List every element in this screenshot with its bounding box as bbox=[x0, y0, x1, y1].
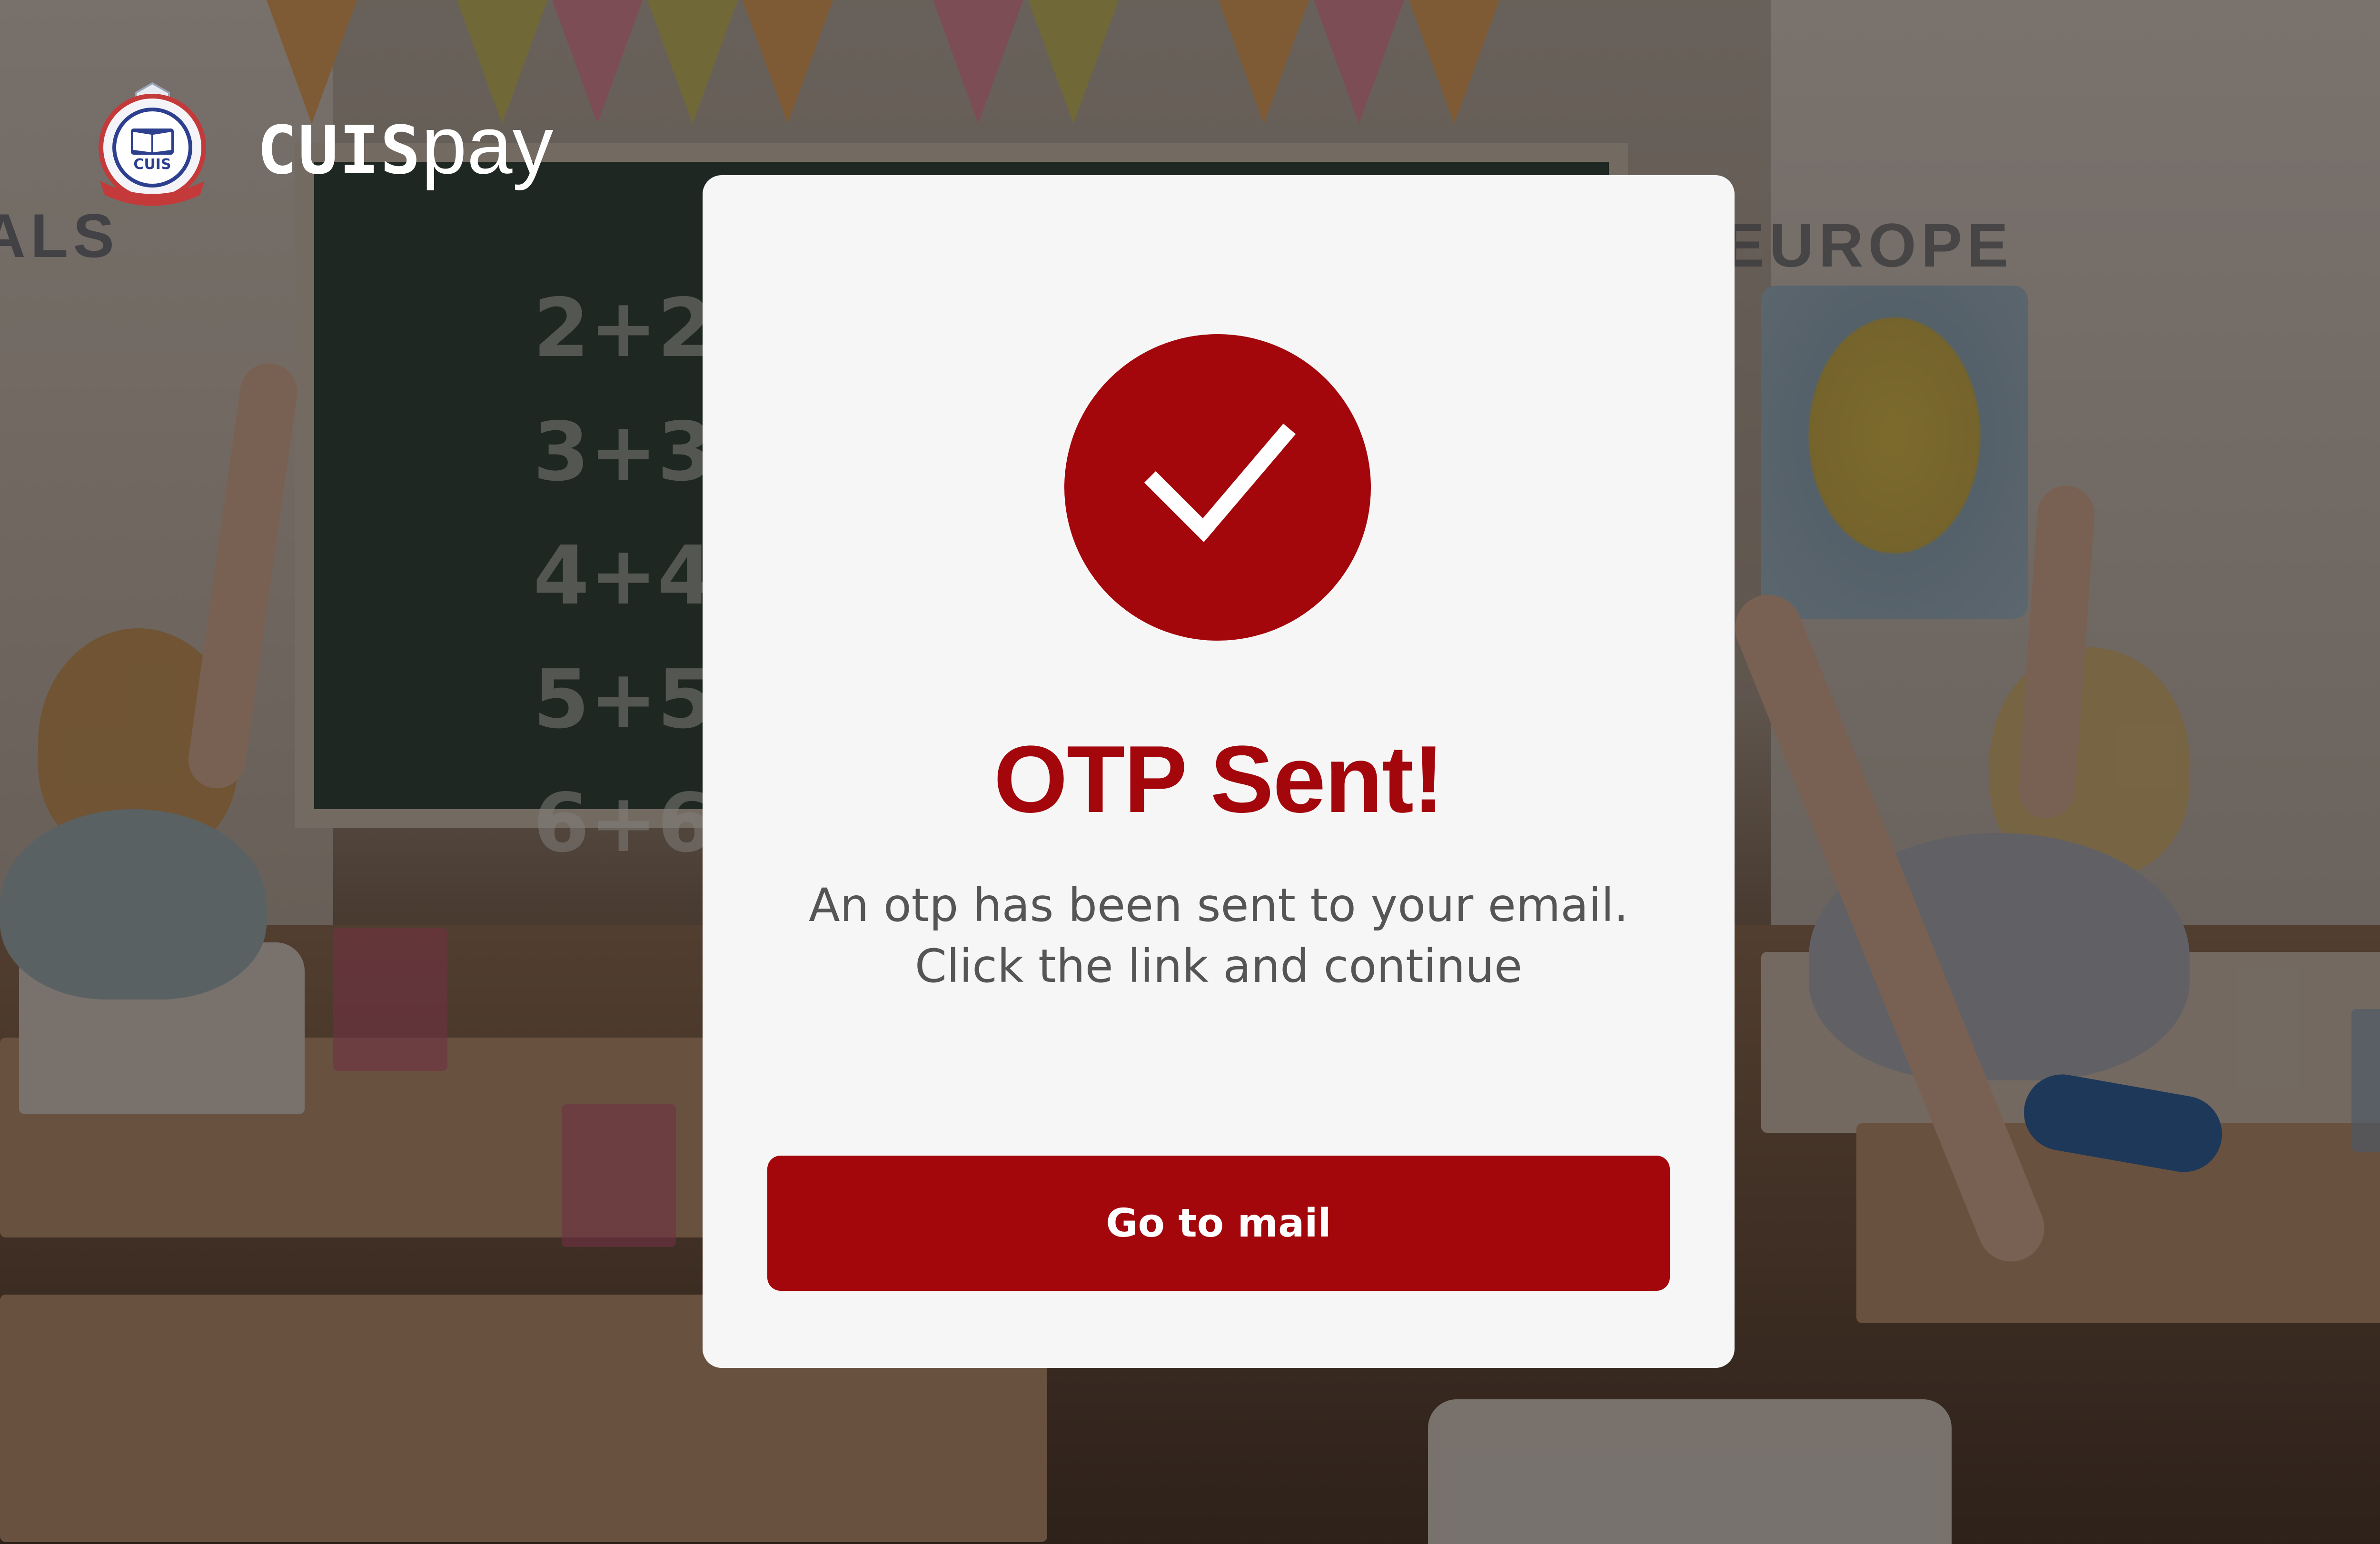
otp-sent-dialog: OTP Sent! An otp has been sent to your e… bbox=[703, 175, 1735, 1368]
go-to-mail-button[interactable]: Go to mail bbox=[767, 1156, 1670, 1291]
brand-name: CUIS pay bbox=[257, 98, 553, 192]
brand-logo[interactable]: CUIS CUIS pay bbox=[86, 79, 553, 212]
svg-text:CUIS: CUIS bbox=[133, 156, 171, 173]
checkmark-icon bbox=[1144, 424, 1296, 543]
brand-name-bold: CUIS bbox=[257, 112, 422, 189]
message-line-1: An otp has been sent to your email. bbox=[808, 879, 1629, 932]
dialog-message: An otp has been sent to your email. Clic… bbox=[703, 875, 1735, 997]
school-crest-icon: CUIS bbox=[86, 79, 219, 212]
check-circle-icon bbox=[1064, 334, 1371, 641]
brand-name-light: pay bbox=[421, 99, 554, 191]
dialog-title: OTP Sent! bbox=[993, 726, 1444, 832]
message-line-2: Click the link and continue bbox=[914, 940, 1523, 993]
